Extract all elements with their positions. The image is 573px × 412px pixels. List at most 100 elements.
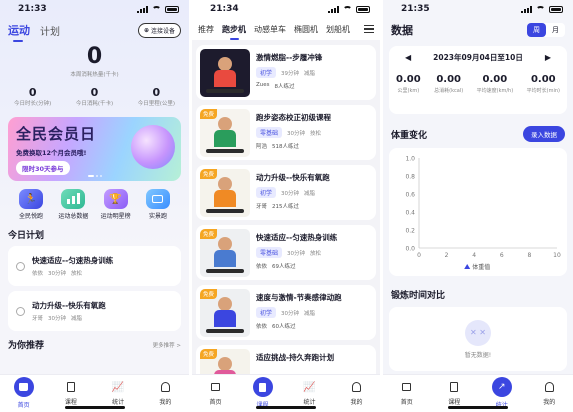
practice-count: 69人练过	[272, 264, 296, 270]
course-card[interactable]: 激情燃脂--步履冲锋 初学 39分钟 减脂 Zues 8人练过	[196, 45, 376, 100]
y-tick-label: 0.4	[405, 210, 415, 217]
plan-check-circle[interactable]	[16, 261, 25, 271]
home-indicator	[448, 406, 508, 409]
practice-count: 518人练过	[272, 144, 300, 150]
recommend-more-link[interactable]: 更多推荐 >	[153, 341, 181, 349]
plan-card[interactable]: 动力升级--快乐有氧跑 牙哥 30分钟 减脂	[8, 291, 181, 331]
course-info: 快速适应--匀速热身训练 零基础 30分钟 放松 依依 69人练过	[256, 229, 337, 276]
y-tick-label: 0.0	[405, 246, 415, 253]
practice-count: 60人练过	[272, 324, 296, 330]
connect-device-button[interactable]: ⊕ 连接设备	[137, 22, 181, 38]
course-duration: 39分钟	[281, 70, 300, 77]
status-time: 21:33	[18, 4, 47, 14]
shortcut-star-rank[interactable]: 🏆 运动明星榜	[97, 189, 135, 220]
bookmark-icon	[252, 377, 273, 397]
tab-stats[interactable]: 📈 统计	[290, 380, 330, 407]
course-card[interactable]: 免费 跑步姿态校正初级课程 零基础 30分钟 技松 阿浩 518人练过	[196, 105, 376, 160]
category-tab-treadmill[interactable]: 跑步机	[222, 24, 246, 40]
next-week-arrow-icon[interactable]: ▶	[545, 53, 551, 62]
course-title: 跑步姿态校正初级课程	[256, 113, 331, 122]
x-tick-label: 0	[417, 252, 421, 259]
coach-name: 牙哥	[256, 204, 268, 210]
status-time: 21:34	[210, 4, 239, 14]
y-tick-label: 0.8	[405, 174, 415, 181]
status-time: 21:35	[401, 4, 430, 14]
y-tick-label: 1.0	[405, 156, 415, 163]
course-info: 速度与激情-节奏感律动跑 初学 30分钟 减脂 依依 60人练过	[256, 289, 342, 336]
tab-stats[interactable]: ↗ 统计	[482, 377, 522, 409]
tab-courses[interactable]: 课程	[434, 380, 474, 406]
category-tabs: 推荐 跑步机 动感单车 椭圆机 划船机	[192, 18, 380, 40]
x-tick-label: 2	[445, 252, 449, 259]
level-tag: 零基础	[256, 127, 283, 138]
plan-section-title: 今日计划	[8, 231, 45, 241]
enter-data-button[interactable]: 录入数据	[523, 126, 565, 142]
stat-distance: 0 今日里程(公里)	[137, 86, 175, 107]
home-icon	[209, 380, 223, 394]
compare-section-title: 锻炼时间对比	[391, 291, 446, 301]
period-month-button[interactable]: 月	[546, 23, 565, 37]
category-tab-rower[interactable]: 划船机	[326, 24, 350, 35]
x-tick-label: 10	[553, 252, 561, 259]
course-card[interactable]: 免费 快速适应--匀速热身训练 零基础 30分钟 放松 依依 69人练过	[196, 225, 376, 280]
shortcut-total-data[interactable]: 运动总数据	[54, 189, 92, 220]
stat-calories: 0 今日消耗(千卡)	[75, 86, 114, 107]
period-week-button[interactable]: 周	[527, 23, 546, 37]
coach-shirt	[214, 70, 236, 87]
runner-icon: 🏃	[19, 189, 43, 209]
category-tab-recommend[interactable]: 推荐	[198, 24, 214, 35]
home-indicator	[256, 406, 316, 409]
weight-chart: 0.0 0.2 0.4 0.6 0.8 1.0 0 2 4 6 8 10 体重值	[405, 156, 561, 272]
course-card[interactable]: 免费 速度与激情-节奏感律动跑 初学 30分钟 减脂 依依 60人练过	[196, 285, 376, 340]
level-tag: 初学	[256, 67, 277, 78]
battery-icon	[356, 5, 370, 13]
member-day-banner[interactable]: 全民会员日 免费换取12个月会员哦! 限时30天参与	[8, 117, 181, 181]
course-card[interactable]: 免费 动力升级--快乐有氧跑 初学 30分钟 减脂 牙哥 215人练过	[196, 165, 376, 220]
tab-home[interactable]: 首页	[4, 377, 44, 409]
tab-home[interactable]: 首页	[196, 380, 236, 406]
free-badge: 免费	[200, 109, 218, 119]
treadmill-icon	[206, 329, 244, 333]
category-tab-elliptical[interactable]: 椭圆机	[294, 24, 318, 35]
tab-home[interactable]: 首页	[387, 380, 427, 406]
plan-check-circle[interactable]	[16, 306, 25, 316]
wifi-icon	[343, 5, 352, 13]
category-tab-bike[interactable]: 动感单车	[254, 24, 286, 35]
period-toggle: 周 月	[527, 23, 565, 37]
course-duration: 30分钟	[287, 130, 306, 137]
y-tick-label: 0.2	[405, 228, 415, 235]
course-info: 动力升级--快乐有氧跑 初学 30分钟 减脂 牙哥 215人练过	[256, 169, 330, 216]
tab-mine[interactable]: 我的	[529, 380, 569, 406]
course-goal: 减脂	[304, 70, 316, 77]
coach-figure	[218, 237, 232, 251]
tab-courses[interactable]: 课程	[51, 380, 91, 406]
shortcut-scenic-run[interactable]: 实景跑	[139, 189, 177, 220]
tab-mine[interactable]: 我的	[145, 380, 185, 406]
x-tick-label: 4	[472, 252, 476, 259]
tab-plan[interactable]: 计划	[40, 23, 60, 38]
home-indicator	[64, 406, 125, 409]
compare-card: ✕ ✕ 暂无数据!	[389, 307, 567, 371]
signal-icon	[137, 5, 148, 13]
date-range: 2023年09月04日至10日	[433, 53, 523, 62]
plan-card[interactable]: 快速适应--匀速热身训练 依依 30分钟 放松	[8, 246, 181, 286]
summary-card: ◀ 2023年09月04日至10日 ▶ 0.00 公里(km) 0.00 总消耗…	[389, 46, 567, 114]
tab-courses[interactable]: 课程	[243, 377, 283, 409]
course-info: 激情燃脂--步履冲锋 初学 39分钟 减脂 Zues 8人练过	[256, 49, 322, 96]
coach-shirt	[214, 190, 236, 207]
coach-name: Zues	[256, 82, 270, 88]
tv-icon	[145, 189, 170, 209]
tab-mine[interactable]: 我的	[337, 380, 377, 406]
course-goal: 减脂	[304, 310, 316, 317]
filter-menu-icon[interactable]	[364, 24, 374, 34]
prev-week-arrow-icon[interactable]: ◀	[405, 53, 411, 62]
practice-count: 8人练过	[274, 84, 295, 90]
tab-stats[interactable]: 📈 统计	[98, 380, 138, 407]
course-list: 激情燃脂--步履冲锋 初学 39分钟 减脂 Zues 8人练过 免费 跑步姿态校正初级课程 零基…	[192, 45, 380, 400]
shortcut-run[interactable]: 🏃 全民悦跑	[12, 189, 50, 220]
coach-name: 依依	[256, 324, 268, 330]
course-thumbnail: 免费	[200, 169, 250, 217]
banner-cta-button[interactable]: 限时30天参与	[16, 161, 70, 175]
tab-sport[interactable]: 运动	[8, 24, 30, 37]
coach-figure	[218, 177, 232, 191]
